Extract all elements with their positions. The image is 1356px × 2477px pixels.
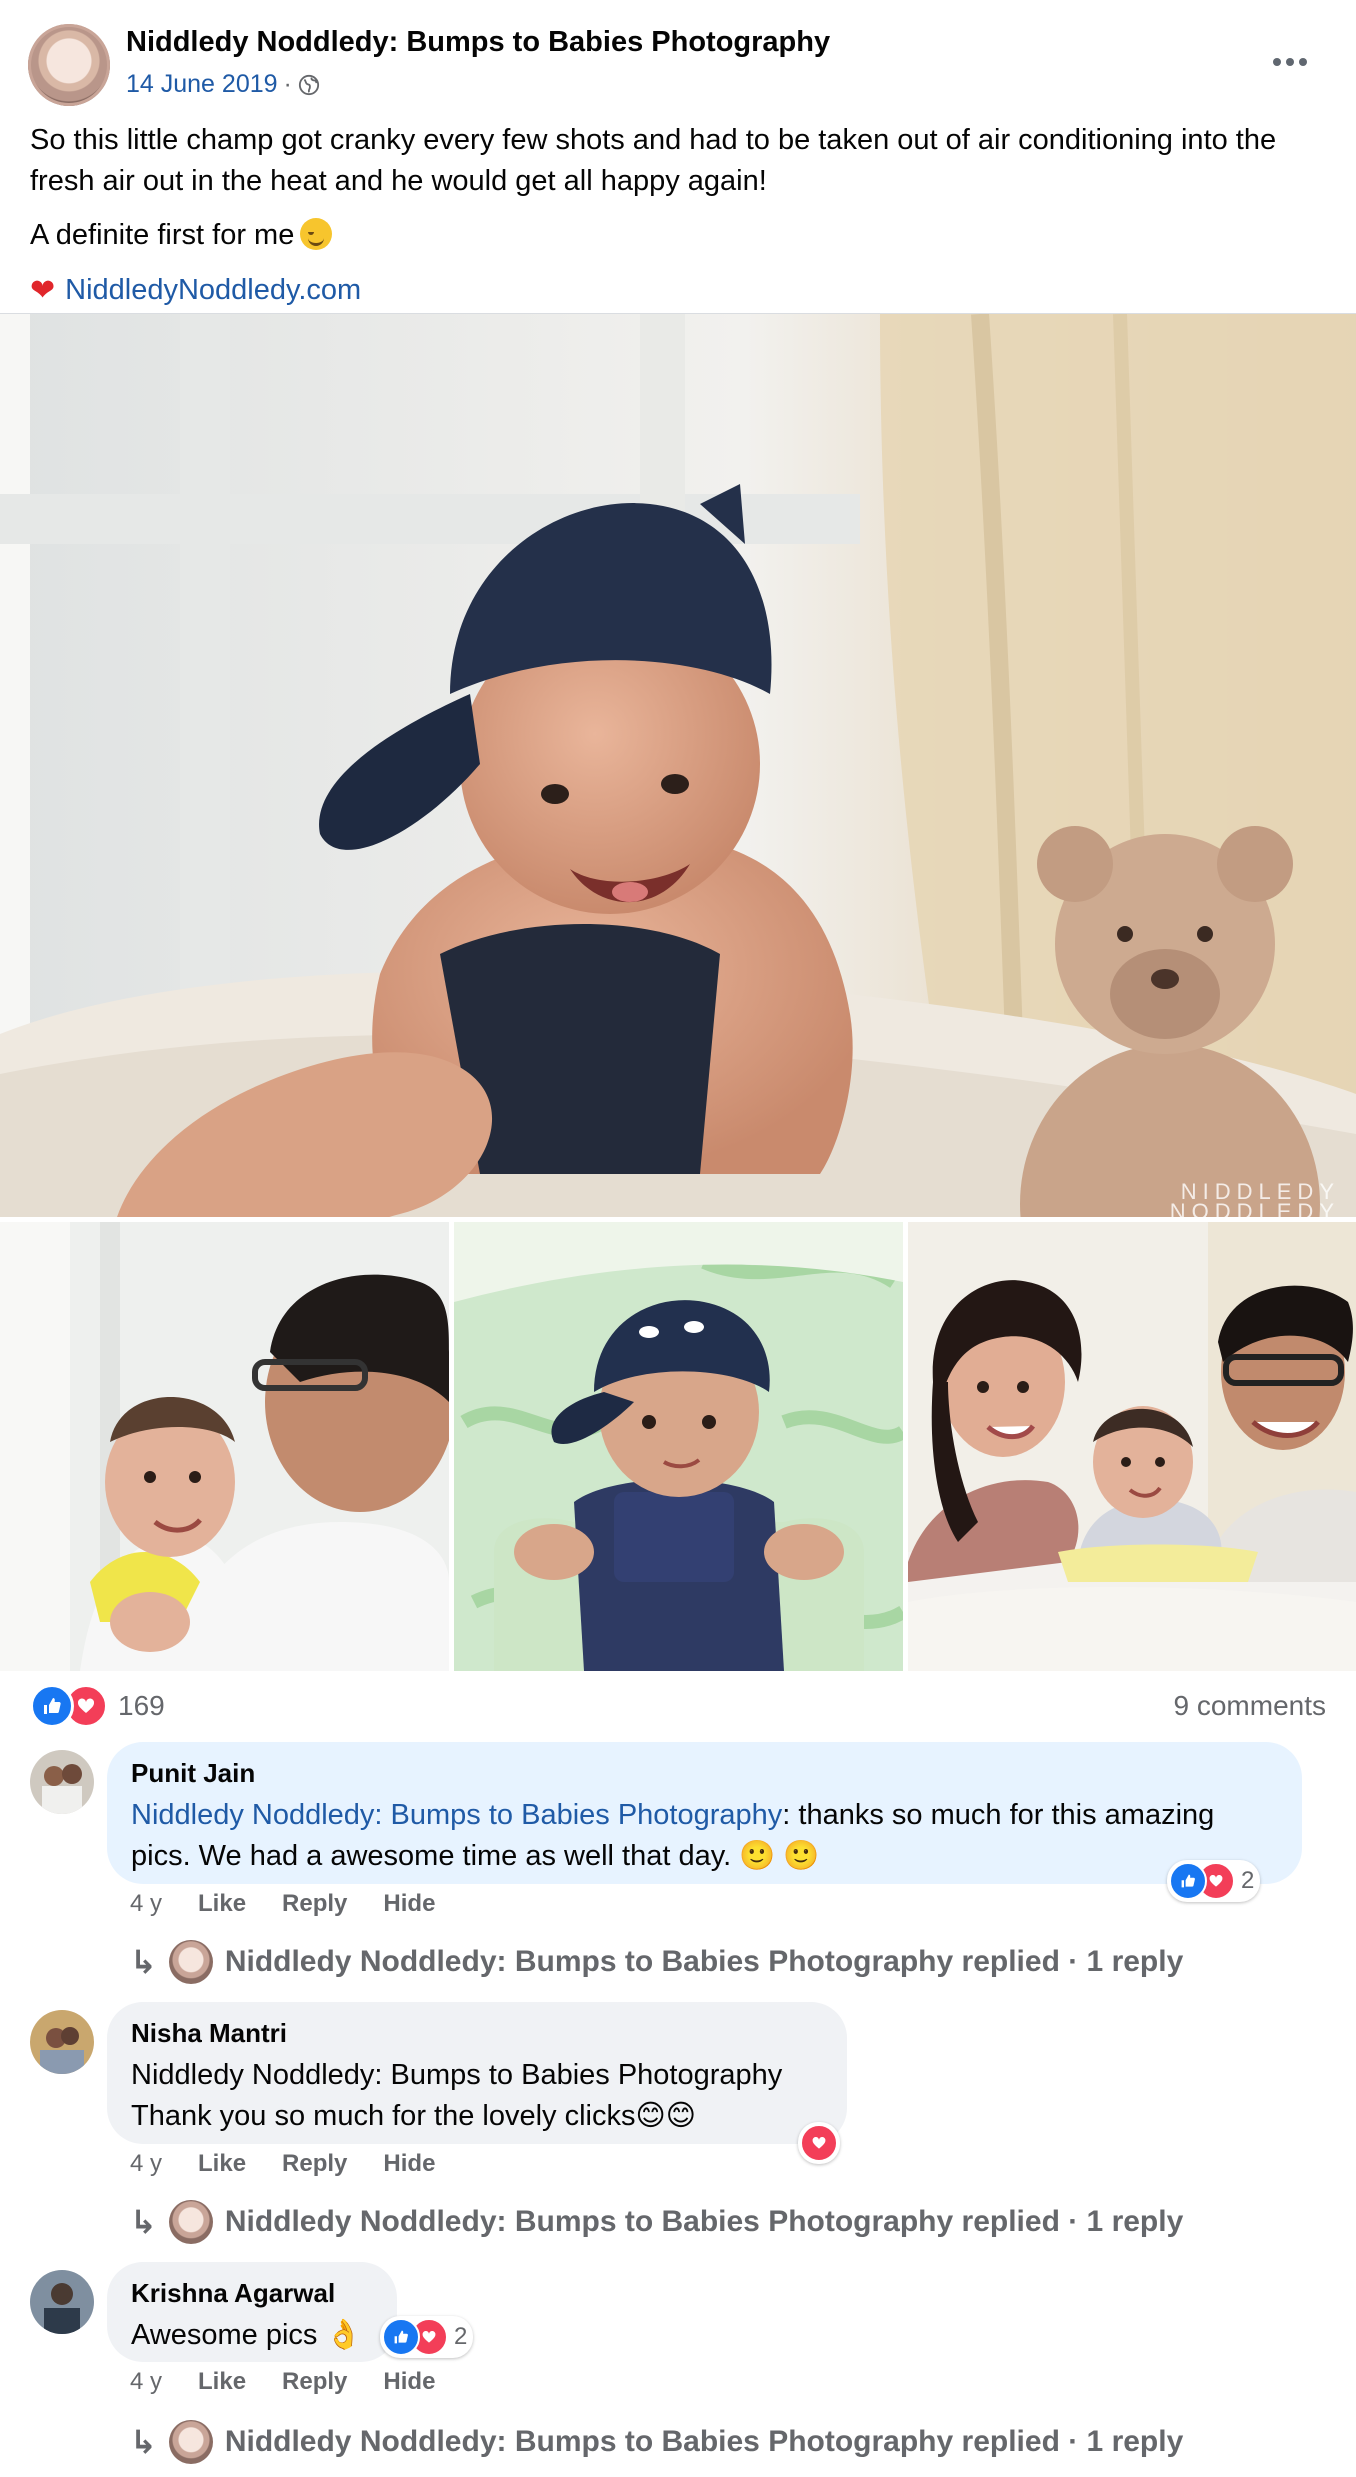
view-replies-link[interactable]: ↳ Niddledy Noddledy: Bumps to Babies Pho… [130, 1940, 1183, 1984]
comment-mention[interactable]: Niddledy Noddledy: Bumps to Babies Photo… [131, 2059, 782, 2091]
post-date[interactable]: 14 June 2019 [126, 70, 278, 99]
photo-family[interactable] [908, 1222, 1356, 1671]
reply-summary: Niddledy Noddledy: Bumps to Babies Photo… [224, 2425, 1184, 2458]
reply-summary: Niddledy Noddledy: Bumps to Babies Photo… [224, 1945, 1184, 1978]
reply-button[interactable]: Reply [282, 2368, 347, 2396]
photo-baby-chair[interactable] [454, 1222, 903, 1671]
photo-father-kiss[interactable] [0, 1222, 449, 1671]
reaction-icons[interactable] [30, 1684, 108, 1728]
more-dot [1273, 58, 1281, 66]
like-reaction-icon [30, 1684, 74, 1728]
svg-text:NODDLEDY: NODDLEDY [1170, 1199, 1340, 1217]
view-replies-link[interactable]: ↳ Niddledy Noddledy: Bumps to Babies Pho… [130, 2200, 1183, 2244]
facebook-post: Niddledy Noddledy: Bumps to Babies Photo… [0, 0, 1356, 2477]
comment-bubble: Krishna Agarwal Awesome pics 👌 [107, 2262, 397, 2362]
hide-button[interactable]: Hide [383, 2368, 435, 2396]
comment-text: Niddledy Noddledy: Bumps to Babies Photo… [131, 2055, 823, 2137]
commenter-avatar[interactable] [30, 2270, 94, 2334]
comment-actions: 4 y Like Reply Hide [130, 2150, 435, 2178]
comment-reactions[interactable] [798, 2122, 840, 2164]
reply-arrow-icon: ↳ [130, 2204, 157, 2240]
website-link[interactable]: NiddledyNoddledy.com [65, 274, 361, 307]
reply-button[interactable]: Reply [282, 2150, 347, 2178]
comment-author[interactable]: Krishna Agarwal [131, 2278, 373, 2309]
comment-age[interactable]: 4 y [130, 2368, 162, 2396]
more-dot [1299, 58, 1307, 66]
comment-reaction-count: 2 [454, 2323, 468, 2350]
comment-body: Awesome pics 👌 [131, 2319, 362, 2351]
more-options-button[interactable] [1268, 44, 1312, 80]
comment-author[interactable]: Nisha Mantri [131, 2018, 823, 2049]
reply-summary: Niddledy Noddledy: Bumps to Babies Photo… [224, 2205, 1184, 2238]
comment-bubble: Punit Jain Niddledy Noddledy: Bumps to B… [107, 1742, 1302, 1884]
main-photo[interactable]: NIDDLEDY NODDLEDY [0, 313, 1356, 1217]
post-body-2: A definite first for me [30, 219, 295, 251]
page-name[interactable]: Niddledy Noddledy: Bumps to Babies Photo… [126, 26, 830, 59]
commenter-avatar[interactable] [30, 1750, 94, 1814]
reply-arrow-icon: ↳ [130, 2424, 157, 2460]
page-avatar[interactable] [28, 24, 110, 106]
like-button[interactable]: Like [198, 1890, 246, 1918]
family-photo [908, 1222, 1356, 1671]
comment-krishna-agarwal: Krishna Agarwal Awesome pics 👌 2 4 y Lik… [30, 2262, 1330, 2477]
photo-row [0, 1222, 1356, 1671]
post-body: So this little champ got cranky every fe… [30, 124, 1277, 197]
comments-count[interactable]: 9 comments [1174, 1690, 1327, 1722]
replier-avatar [168, 2420, 213, 2464]
comment-nisha-mantri: Nisha Mantri Niddledy Noddledy: Bumps to… [30, 2002, 1330, 2244]
comment-age[interactable]: 4 y [130, 2150, 162, 2178]
hide-button[interactable]: Hide [383, 1890, 435, 1918]
comment-actions: 4 y Like Reply Hide [130, 1890, 435, 1918]
comment-bubble: Nisha Mantri Niddledy Noddledy: Bumps to… [107, 2002, 847, 2144]
view-replies-link[interactable]: ↳ Niddledy Noddledy: Bumps to Babies Pho… [130, 2420, 1183, 2464]
comment-reactions[interactable]: 2 [380, 2316, 474, 2358]
replier-avatar [168, 2200, 213, 2244]
like-button[interactable]: Like [198, 2368, 246, 2396]
baby-in-chair-photo [454, 1222, 903, 1671]
heart-emoji-icon: ❤ [30, 273, 56, 307]
comment-mention[interactable]: Niddledy Noddledy: Bumps to Babies Photo… [131, 1799, 782, 1831]
wink-emoji-icon [300, 218, 333, 250]
post-text: So this little champ got cranky every fe… [30, 120, 1330, 202]
commenter-avatar[interactable] [30, 2010, 94, 2074]
comment-text: Niddledy Noddledy: Bumps to Babies Photo… [131, 1795, 1278, 1877]
comment-punit-jain: Punit Jain Niddledy Noddledy: Bumps to B… [30, 1742, 1330, 1984]
comment-actions: 4 y Like Reply Hide [130, 2368, 435, 2396]
post-header: Niddledy Noddledy: Bumps to Babies Photo… [0, 0, 1356, 110]
reply-button[interactable]: Reply [282, 1890, 347, 1918]
baby-with-cap-photo: NIDDLEDY NODDLEDY [0, 314, 1356, 1217]
meta-separator: · [283, 70, 292, 98]
comment-body: Thank you so much for the lovely clicks😊… [131, 2100, 696, 2132]
comment-age[interactable]: 4 y [130, 1890, 162, 1918]
post-meta: 14 June 2019 · [126, 70, 320, 99]
comment-author[interactable]: Punit Jain [131, 1758, 1278, 1789]
replier-avatar [168, 1940, 213, 1984]
globe-icon [298, 74, 319, 95]
comment-reaction-count: 2 [1241, 1867, 1255, 1894]
like-reaction-icon [1169, 1862, 1207, 1900]
more-dot [1286, 58, 1294, 66]
reply-arrow-icon: ↳ [130, 1944, 157, 1980]
reaction-count[interactable]: 169 [118, 1690, 165, 1722]
comment-reactions[interactable]: 2 [1167, 1860, 1261, 1902]
hide-button[interactable]: Hide [383, 2150, 435, 2178]
like-button[interactable]: Like [198, 2150, 246, 2178]
love-reaction-icon [800, 2124, 838, 2162]
post-link-line: ❤ NiddledyNoddledy.com [30, 274, 361, 307]
like-reaction-icon [382, 2318, 420, 2356]
reactions-bar: 169 9 comments [30, 1684, 1326, 1728]
father-and-baby-photo [0, 1222, 449, 1671]
post-text-line2: A definite first for me [30, 218, 333, 252]
